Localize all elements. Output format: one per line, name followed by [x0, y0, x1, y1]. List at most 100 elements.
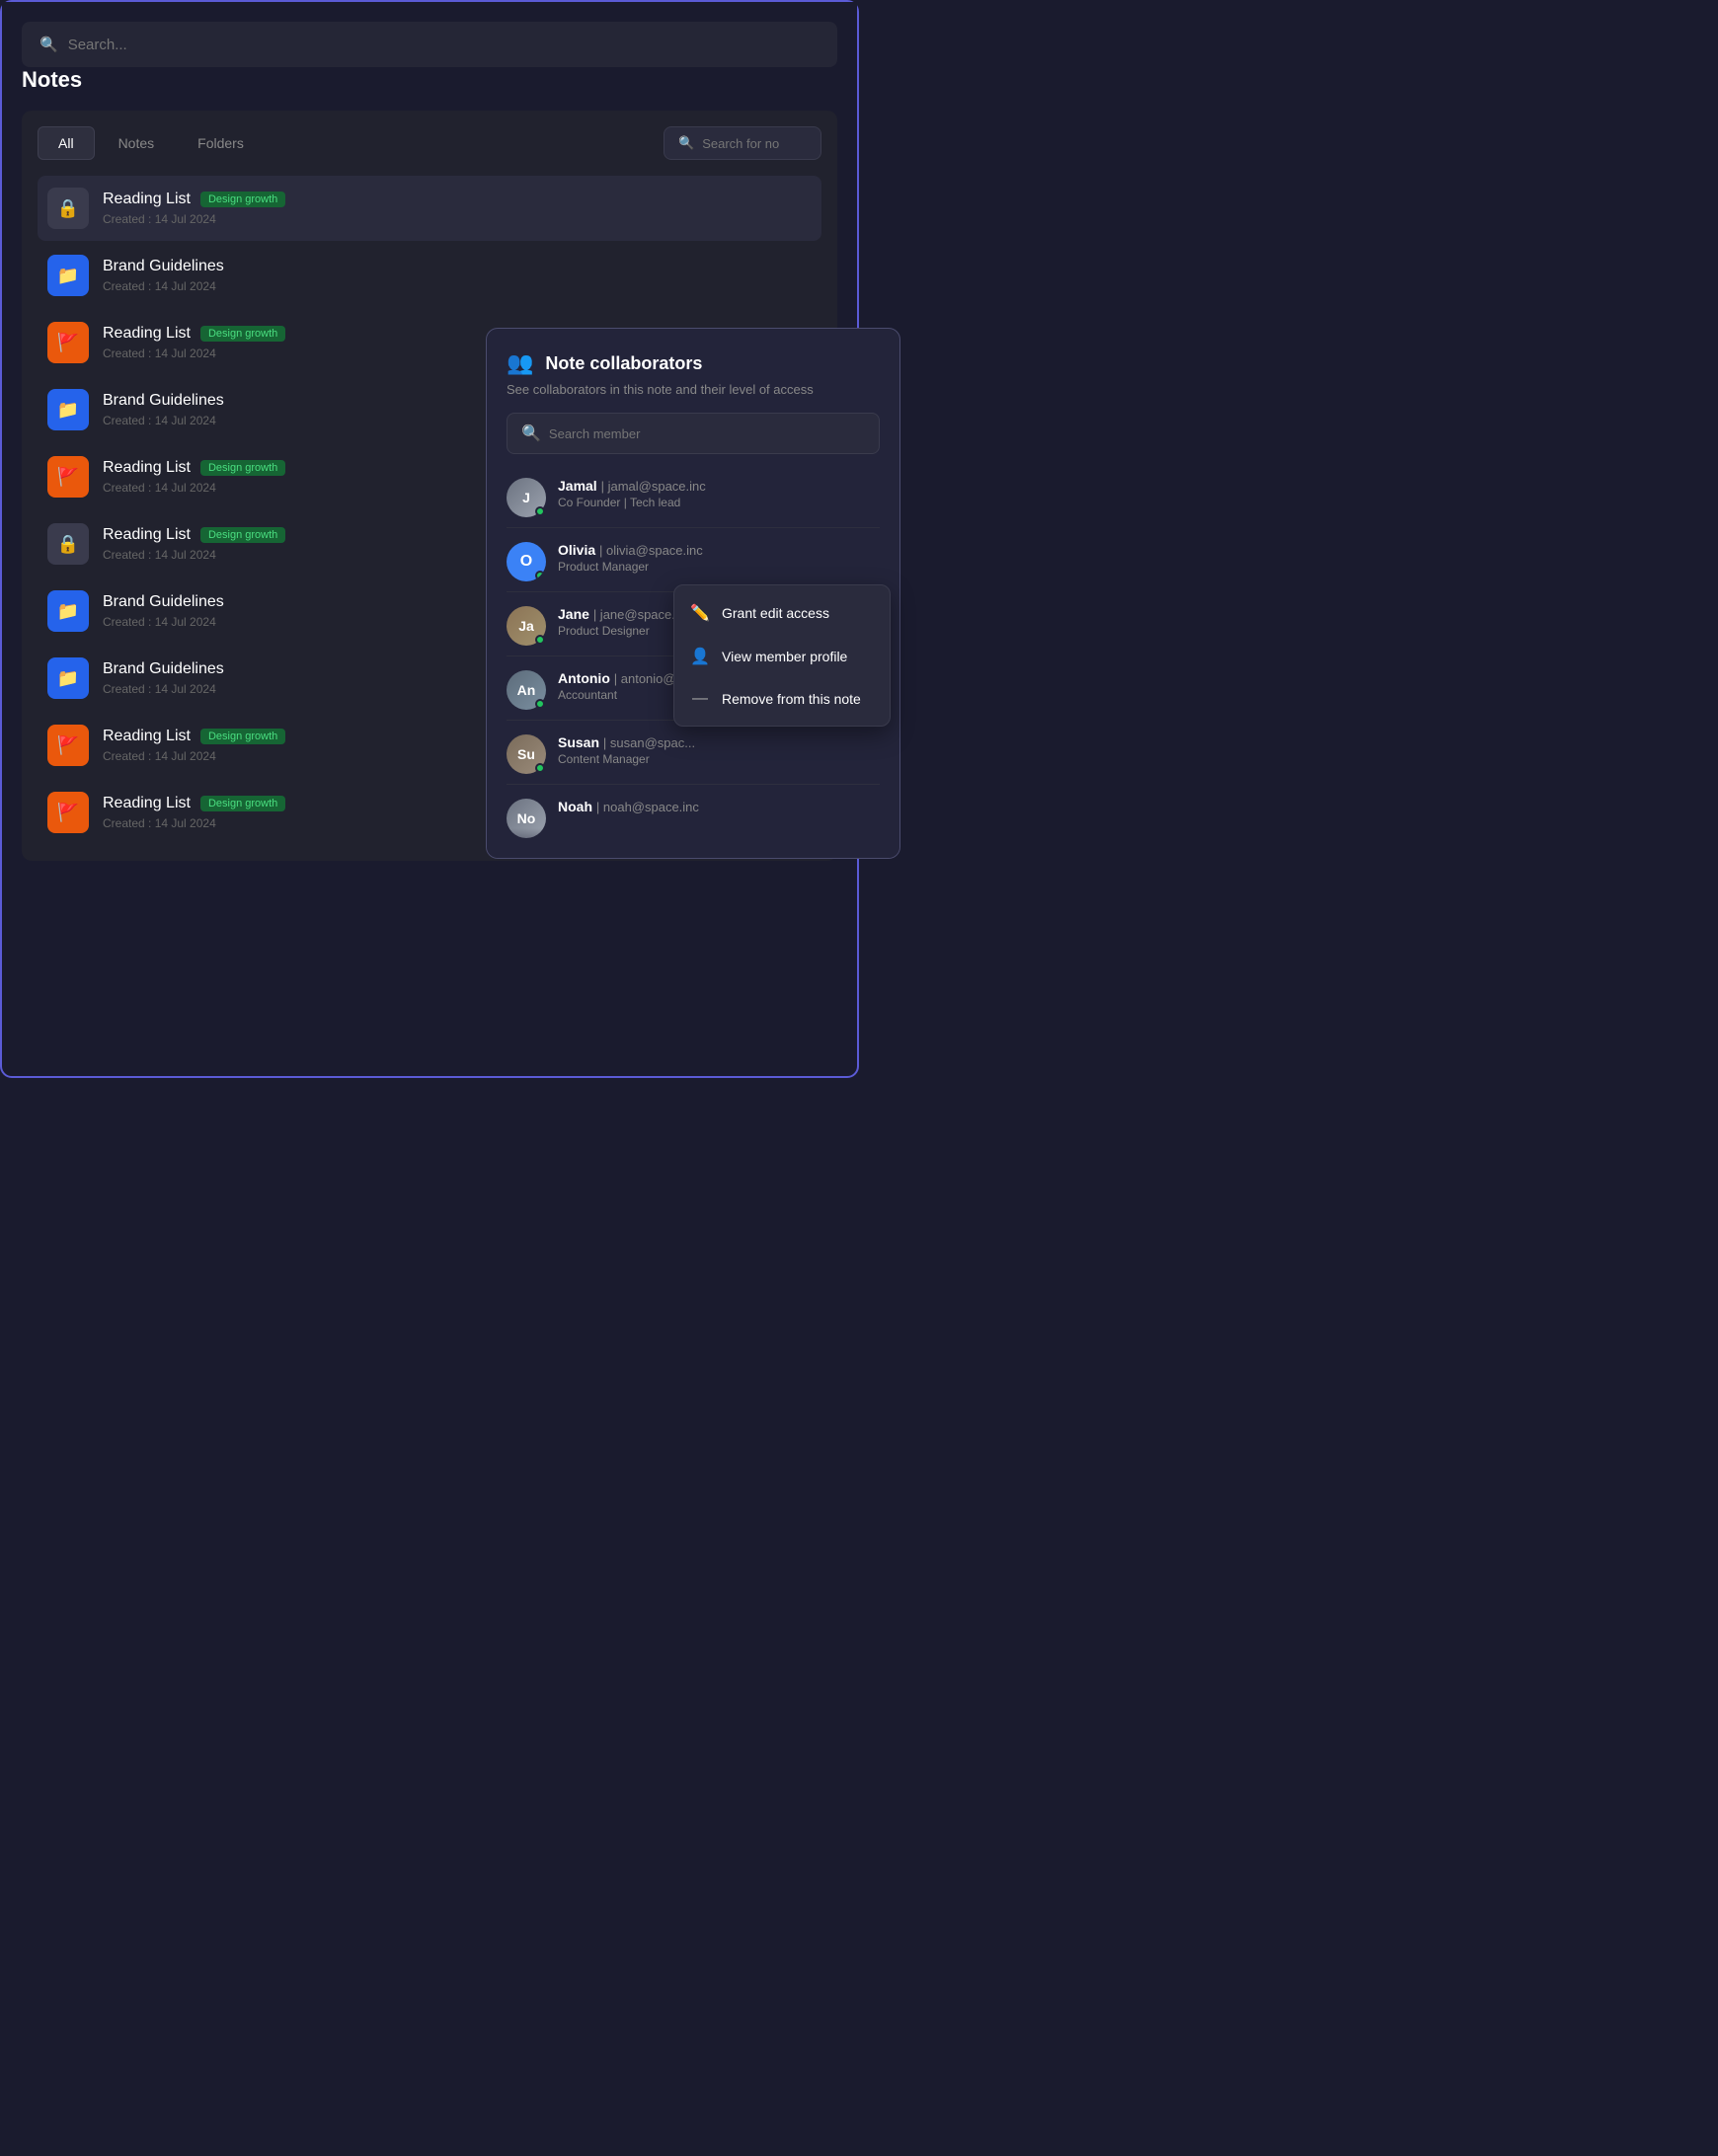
- collab-search-input[interactable]: [549, 426, 865, 441]
- remove-icon: —: [690, 690, 710, 708]
- context-menu-label: Grant edit access: [722, 605, 829, 621]
- tab-all[interactable]: All: [38, 126, 95, 160]
- collab-email: | jamal@space.inc: [601, 479, 706, 494]
- collab-email: | olivia@space.inc: [599, 543, 703, 558]
- collaborators-icon: 👥: [507, 350, 533, 376]
- note-icon-lock: 🔒: [47, 188, 89, 229]
- note-title: Brand Guidelines: [103, 258, 224, 275]
- note-icon-lock: 🔒: [47, 523, 89, 565]
- tab-notes[interactable]: Notes: [99, 126, 175, 160]
- collab-name: Jane: [558, 606, 589, 622]
- avatar-jamal: J: [507, 478, 546, 517]
- collab-name-row: Olivia | olivia@space.inc: [558, 542, 880, 558]
- note-title: Brand Guidelines: [103, 593, 224, 611]
- avatar-olivia: O: [507, 542, 546, 581]
- context-menu: ✏️ Grant edit access 👤 View member profi…: [673, 584, 891, 727]
- note-title: Brand Guidelines: [103, 660, 224, 678]
- main-container: 🔍 Notes All Notes Folders 🔍 🔒: [2, 2, 857, 881]
- avatar-jane: Ja: [507, 606, 546, 646]
- collab-search-bar[interactable]: 🔍: [507, 413, 880, 454]
- note-icon-folder: 📁: [47, 389, 89, 430]
- profile-icon: 👤: [690, 647, 710, 666]
- note-icon-folder: 📁: [47, 255, 89, 296]
- collab-search-icon: 🔍: [521, 424, 541, 443]
- note-title: Reading List: [103, 795, 191, 812]
- collab-email: | susan@spac...: [603, 735, 695, 750]
- note-tag: Design growth: [200, 796, 285, 811]
- note-tag: Design growth: [200, 729, 285, 744]
- note-date: Created : 14 Jul 2024: [103, 279, 812, 293]
- note-title-row: Brand Guidelines: [103, 258, 812, 275]
- context-menu-remove[interactable]: — Remove from this note: [674, 678, 890, 720]
- online-status-dot: [535, 635, 545, 645]
- note-icon-flag: 🚩: [47, 725, 89, 766]
- collab-info: Olivia | olivia@space.inc Product Manage…: [558, 542, 880, 574]
- note-tag: Design growth: [200, 192, 285, 207]
- note-icon-flag: 🚩: [47, 792, 89, 833]
- collab-member-susan[interactable]: Su Susan | susan@spac... Content Manager: [507, 725, 880, 785]
- tab-folders[interactable]: Folders: [178, 126, 264, 160]
- note-title: Reading List: [103, 459, 191, 477]
- panel-search-bar[interactable]: 🔍: [664, 126, 821, 160]
- note-icon-folder: 📁: [47, 590, 89, 632]
- collab-role: Content Manager: [558, 752, 880, 766]
- page-title: Notes: [22, 67, 837, 93]
- global-search-bar[interactable]: 🔍: [22, 22, 837, 67]
- note-title: Reading List: [103, 728, 191, 745]
- collab-name-row: Susan | susan@spac...: [558, 734, 880, 750]
- search-icon: 🔍: [39, 36, 58, 53]
- collab-info: Susan | susan@spac... Content Manager: [558, 734, 880, 766]
- search-input[interactable]: [68, 37, 820, 53]
- context-menu-view-profile[interactable]: 👤 View member profile: [674, 635, 890, 678]
- note-item[interactable]: 📁 Brand Guidelines Created : 14 Jul 2024: [38, 243, 821, 308]
- note-tag: Design growth: [200, 326, 285, 342]
- online-status-dot: [535, 699, 545, 709]
- collab-info: Jamal | jamal@space.inc Co Founder | Tec…: [558, 478, 880, 509]
- collab-name-row: Noah | noah@space.inc: [558, 799, 880, 814]
- collab-name: Olivia: [558, 542, 595, 558]
- note-icon-flag: 🚩: [47, 322, 89, 363]
- online-status-dot: [535, 506, 545, 516]
- collab-name: Noah: [558, 799, 592, 814]
- collab-subtitle: See collaborators in this note and their…: [507, 382, 880, 397]
- note-title: Brand Guidelines: [103, 392, 224, 410]
- note-icon-flag: 🚩: [47, 456, 89, 498]
- note-info: Brand Guidelines Created : 14 Jul 2024: [103, 258, 812, 293]
- panel-search-input[interactable]: [702, 136, 807, 151]
- notes-panel: All Notes Folders 🔍 🔒 Reading List Desig…: [22, 111, 837, 861]
- tabs-row: All Notes Folders 🔍: [38, 126, 821, 160]
- collab-member-olivia[interactable]: O Olivia | olivia@space.inc Product Mana…: [507, 532, 880, 592]
- note-tag: Design growth: [200, 460, 285, 476]
- collab-email: | noah@space.inc: [596, 800, 699, 814]
- avatar-susan: Su: [507, 734, 546, 774]
- note-tag: Design growth: [200, 527, 285, 543]
- collab-info: Noah | noah@space.inc: [558, 799, 880, 816]
- collab-header: 👥 Note collaborators: [507, 350, 880, 376]
- note-date: Created : 14 Jul 2024: [103, 212, 812, 226]
- context-menu-label: View member profile: [722, 649, 847, 664]
- collab-role: Product Manager: [558, 560, 880, 574]
- note-info: Reading List Design growth Created : 14 …: [103, 191, 812, 226]
- edit-icon: ✏️: [690, 603, 710, 623]
- context-menu-grant-edit[interactable]: ✏️ Grant edit access: [674, 591, 890, 635]
- note-icon-folder: 📁: [47, 657, 89, 699]
- note-title: Reading List: [103, 325, 191, 343]
- context-menu-label: Remove from this note: [722, 691, 861, 707]
- collab-name-row: Jamal | jamal@space.inc: [558, 478, 880, 494]
- collab-member-jamal[interactable]: J Jamal | jamal@space.inc Co Founder | T…: [507, 468, 880, 528]
- collab-name: Jamal: [558, 478, 597, 494]
- tabs: All Notes Folders: [38, 126, 264, 160]
- note-item[interactable]: 🔒 Reading List Design growth Created : 1…: [38, 176, 821, 241]
- online-status-dot: [535, 763, 545, 773]
- panel-search-icon: 🔍: [678, 135, 694, 151]
- collab-member-noah[interactable]: No Noah | noah@space.inc: [507, 789, 880, 858]
- online-status-dot: [535, 571, 545, 580]
- note-title: Reading List: [103, 526, 191, 544]
- collab-title: Note collaborators: [545, 353, 702, 374]
- collab-role: Co Founder | Tech lead: [558, 496, 880, 509]
- avatar-noah: No: [507, 799, 546, 838]
- note-title: Reading List: [103, 191, 191, 208]
- collab-name: Susan: [558, 734, 599, 750]
- collab-name: Antonio: [558, 670, 610, 686]
- note-title-row: Reading List Design growth: [103, 191, 812, 208]
